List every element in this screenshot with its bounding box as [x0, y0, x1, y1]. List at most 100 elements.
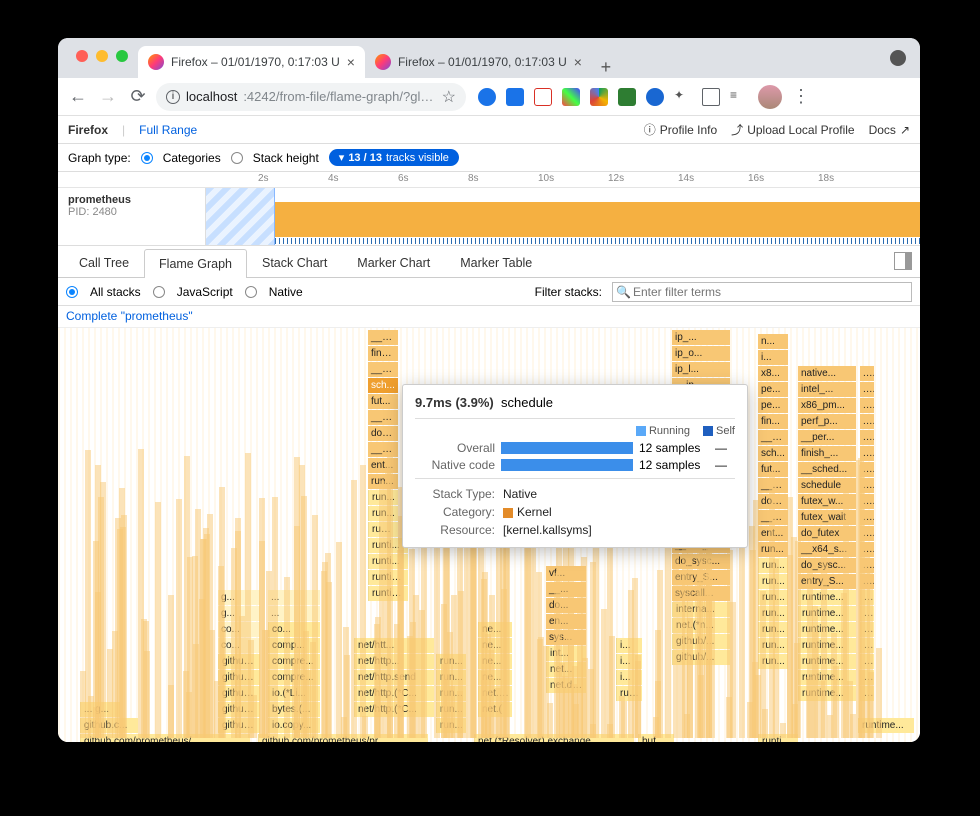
flame-cell[interactable]: __x... — [368, 442, 398, 457]
extension-icon[interactable] — [506, 88, 524, 106]
flame-cell[interactable]: do_... — [368, 426, 398, 441]
flame-sliver[interactable] — [176, 499, 182, 738]
maximize-window-icon[interactable] — [116, 50, 128, 62]
flame-cell[interactable]: ... — [860, 430, 874, 445]
flame-sliver[interactable] — [312, 515, 318, 738]
flame-cell[interactable]: ip_l... — [672, 362, 730, 377]
flame-sliver[interactable] — [831, 633, 837, 738]
flame-sliver[interactable] — [657, 570, 663, 738]
close-tab-icon[interactable]: × — [574, 54, 582, 70]
flame-sliver[interactable] — [457, 691, 463, 738]
reading-list-icon[interactable]: ≡ — [730, 88, 748, 106]
flame-sliver[interactable] — [812, 606, 818, 738]
flame-cell[interactable]: fin... — [758, 414, 788, 429]
flame-sliver[interactable] — [773, 559, 779, 738]
flame-cell[interactable]: finish_... — [798, 446, 856, 461]
flame-cell[interactable]: pe... — [758, 382, 788, 397]
flame-sliver[interactable] — [726, 697, 732, 738]
profile-avatar[interactable] — [758, 85, 782, 109]
address-bar[interactable]: i localhost:4242/from-file/flame-graph/?… — [156, 83, 466, 111]
reload-button[interactable]: ⟳ — [126, 85, 150, 109]
extension-icon[interactable] — [646, 88, 664, 106]
flame-cell[interactable]: __x... — [368, 410, 398, 425]
new-tab-button[interactable]: + — [592, 57, 620, 78]
flame-sliver[interactable] — [220, 629, 226, 738]
bookmark-icon[interactable]: ☆ — [442, 87, 456, 107]
flame-sliver[interactable] — [590, 562, 596, 738]
flame-sliver[interactable] — [294, 526, 300, 738]
flame-sliver[interactable] — [155, 502, 161, 738]
upload-profile-button[interactable]: ⤴ Upload Local Profile — [731, 121, 854, 138]
extension-icon[interactable] — [534, 88, 552, 106]
flame-cell[interactable]: n... — [758, 334, 788, 349]
flame-sliver[interactable] — [107, 649, 113, 738]
flame-sliver[interactable] — [609, 636, 615, 738]
flame-sliver[interactable] — [554, 573, 560, 738]
back-button[interactable]: ← — [66, 85, 90, 109]
flame-sliver[interactable] — [351, 480, 357, 738]
profile-info-button[interactable]: ⓘ Profile Info — [644, 121, 717, 138]
extension-icon[interactable] — [478, 88, 496, 106]
radio-javascript[interactable] — [153, 286, 165, 298]
flame-sliver[interactable] — [687, 535, 693, 738]
flame-sliver[interactable] — [336, 542, 342, 738]
site-info-icon[interactable]: i — [166, 90, 180, 104]
browser-tab[interactable]: Firefox – 01/01/1970, 0:17:03 U × — [365, 46, 592, 78]
flame-sliver[interactable] — [80, 671, 86, 738]
radio-categories[interactable] — [141, 152, 153, 164]
cast-icon[interactable] — [702, 88, 720, 106]
tab-stack-chart[interactable]: Stack Chart — [247, 248, 342, 277]
flame-cell[interactable]: ip_o... — [672, 346, 730, 361]
flame-sliver[interactable] — [698, 675, 704, 738]
flame-cell[interactable]: __sched... — [798, 462, 856, 477]
flame-sliver[interactable] — [248, 640, 254, 738]
flame-sliver[interactable] — [266, 571, 272, 738]
radio-stack-height[interactable] — [231, 152, 243, 164]
forward-button[interactable]: → — [96, 85, 120, 109]
flame-cell[interactable]: ent... — [368, 458, 398, 473]
flame-cell[interactable]: pe... — [758, 398, 788, 413]
tab-marker-table[interactable]: Marker Table — [445, 248, 547, 277]
flame-sliver[interactable] — [322, 562, 328, 738]
flame-sliver[interactable] — [787, 497, 793, 738]
process-label[interactable]: prometheus PID: 2480 — [58, 188, 206, 245]
flame-cell[interactable]: fut... — [368, 394, 398, 409]
process-track[interactable] — [206, 188, 920, 245]
extension-icon[interactable] — [618, 88, 636, 106]
flame-cell[interactable]: sch... — [368, 378, 398, 393]
flame-sliver[interactable] — [653, 717, 659, 738]
flame-sliver[interactable] — [843, 490, 849, 738]
flame-cell[interactable]: fin_... — [368, 346, 398, 361]
flame-sliver[interactable] — [379, 481, 385, 738]
flame-cell[interactable]: __p... — [368, 330, 398, 345]
extension-icon[interactable] — [562, 88, 580, 106]
flame-sliver[interactable] — [284, 577, 290, 738]
flame-sliver[interactable] — [138, 449, 144, 738]
flame-sliver[interactable] — [341, 717, 347, 738]
flame-cell[interactable]: __per... — [798, 430, 856, 445]
flame-sliver[interactable] — [621, 701, 627, 738]
tab-marker-chart[interactable]: Marker Chart — [342, 248, 445, 277]
flame-sliver[interactable] — [100, 482, 106, 738]
sidebar-toggle-icon[interactable] — [894, 252, 912, 270]
flame-sliver[interactable] — [360, 465, 366, 738]
flame-sliver[interactable] — [559, 663, 565, 738]
flame-sliver[interactable] — [547, 703, 553, 738]
flame-sliver[interactable] — [635, 655, 641, 738]
flame-sliver[interactable] — [192, 556, 198, 738]
flame-sliver[interactable] — [859, 670, 865, 738]
filter-input[interactable] — [612, 282, 912, 302]
extension-icon[interactable] — [590, 88, 608, 106]
browser-tab-active[interactable]: Firefox – 01/01/1970, 0:17:03 U × — [138, 46, 365, 78]
tab-call-tree[interactable]: Call Tree — [64, 248, 144, 277]
extensions-menu-icon[interactable]: ✦ — [674, 88, 692, 106]
flame-cell[interactable]: i... — [758, 350, 788, 365]
flame-sliver[interactable] — [144, 651, 150, 738]
flame-cell[interactable]: __s... — [758, 430, 788, 445]
selection-region[interactable] — [206, 188, 275, 245]
tracks-visible-pill[interactable]: ▾ 13 / 13 tracks visible — [329, 149, 459, 166]
minimize-window-icon[interactable] — [96, 50, 108, 62]
flame-cell[interactable]: ... — [860, 382, 874, 397]
flame-sliver[interactable] — [780, 723, 786, 738]
flame-cell[interactable]: perf_p... — [798, 414, 856, 429]
